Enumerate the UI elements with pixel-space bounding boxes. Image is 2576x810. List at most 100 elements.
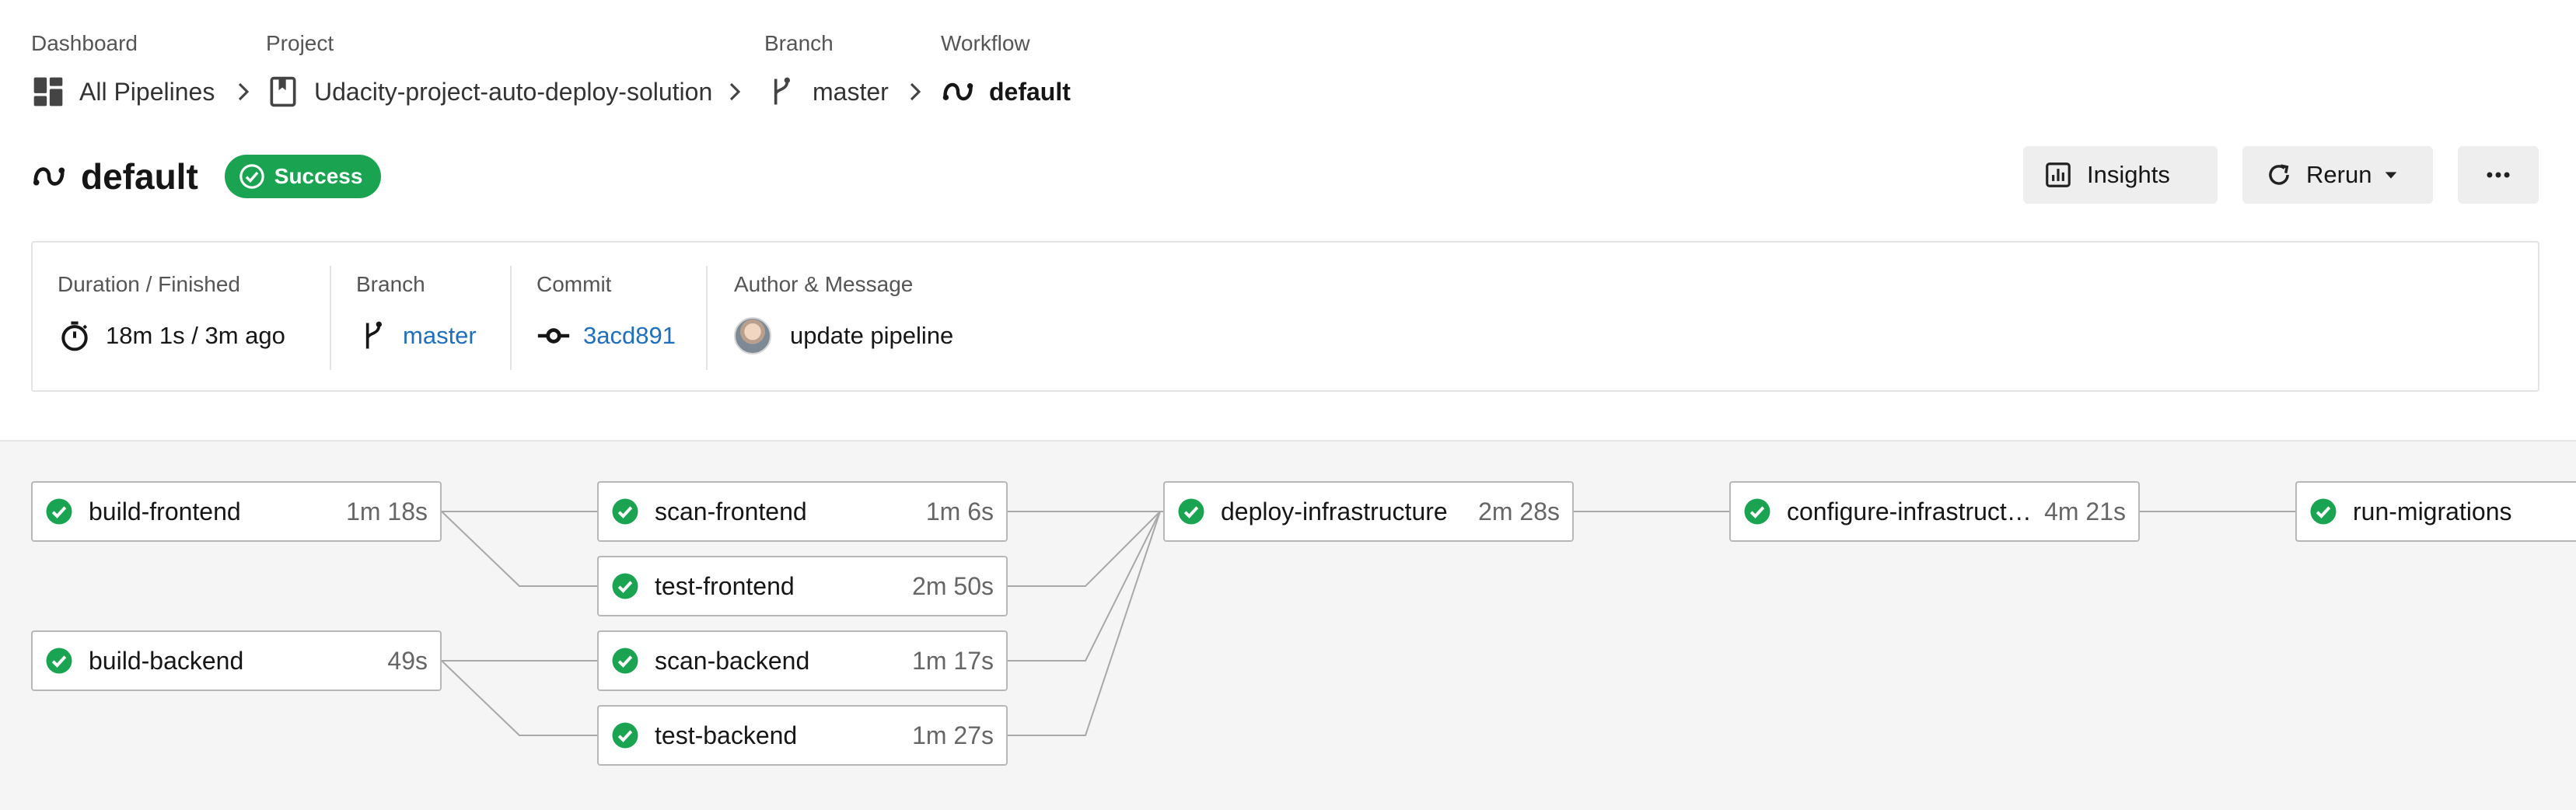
edge-build-frontend-test-frontend xyxy=(441,511,599,587)
job-duration: 1m 27s xyxy=(912,721,994,749)
job-duration: 2m 50s xyxy=(912,571,994,600)
job-name: configure-infrastructu... xyxy=(1787,497,2039,525)
breadcrumb-dashboard-label: Dashboard xyxy=(31,31,138,55)
job-name: test-backend xyxy=(655,721,798,749)
author-value-row: update pipeline xyxy=(734,317,953,354)
workflow-graph: build-frontend 1m 18s build-backend 49s … xyxy=(0,440,2576,810)
stopwatch-icon xyxy=(61,321,88,351)
branch-icon xyxy=(365,321,382,349)
workflow-title-row: default Success xyxy=(31,152,382,201)
job-name: test-frontend xyxy=(655,571,795,600)
check-circle-icon xyxy=(1178,498,1204,525)
job-build-frontend[interactable]: build-frontend 1m 18s xyxy=(31,481,442,542)
breadcrumb-project: Project xyxy=(266,28,334,59)
job-duration: 2m 28s xyxy=(1478,497,1560,525)
job-scan-backend[interactable]: scan-backend 1m 17s xyxy=(597,630,1008,691)
status-badge: Success xyxy=(224,155,382,198)
branch-label: Branch xyxy=(356,272,425,296)
insights-label: Insights xyxy=(2087,161,2170,188)
more-icon xyxy=(2487,172,2510,178)
more-options-button[interactable] xyxy=(2458,146,2539,204)
edge-build-backend-test-backend xyxy=(441,660,599,736)
breadcrumb-dashboard: Dashboard xyxy=(31,28,138,59)
edge-test-frontend-deploy xyxy=(1008,511,1161,587)
job-duration: 49s xyxy=(387,646,428,675)
duration-value-row: 18m 1s / 3m ago xyxy=(58,317,285,354)
breadcrumb-link-project[interactable]: Udacity-project-auto-deploy-solution xyxy=(266,70,712,113)
breadcrumb-link-branch[interactable]: master xyxy=(764,70,889,113)
chevron-right-icon xyxy=(238,82,250,101)
insights-button[interactable]: Insights xyxy=(2023,146,2218,204)
breadcrumb-branch-label: Branch xyxy=(764,31,834,55)
job-name: build-frontend xyxy=(89,497,241,525)
job-duration: 4m 21s xyxy=(2044,497,2126,525)
breadcrumb-project-value: Udacity-project-auto-deploy-solution xyxy=(314,77,713,106)
chevron-right-icon xyxy=(910,82,921,101)
commit-icon xyxy=(537,328,570,344)
check-circle-icon xyxy=(612,648,638,674)
breadcrumb-branch-value: master xyxy=(813,77,889,106)
job-name: scan-backend xyxy=(655,646,810,675)
info-divider xyxy=(330,266,331,370)
job-duration: 1m 17s xyxy=(912,646,994,675)
chevron-right-icon xyxy=(729,82,741,101)
breadcrumb-dashboard-value: All Pipelines xyxy=(79,77,215,106)
job-test-frontend[interactable]: test-frontend 2m 50s xyxy=(597,556,1008,616)
job-name: scan-frontend xyxy=(655,497,807,525)
commit-value-row: 3acd891 xyxy=(537,317,676,354)
refresh-icon xyxy=(2269,164,2289,185)
check-circle-icon xyxy=(2310,498,2337,525)
breadcrumb-workflow-label: Workflow xyxy=(941,31,1030,55)
author-label: Author & Message xyxy=(734,272,914,296)
commit-link[interactable]: 3acd891 xyxy=(583,322,676,350)
workflow-info-card: Duration / Finished 18m 1s / 3m ago Bran… xyxy=(31,241,2539,392)
rerun-label: Rerun xyxy=(2306,161,2372,188)
avatar xyxy=(734,317,771,354)
breadcrumb-workflow: Workflow xyxy=(941,28,1030,59)
breadcrumb-project-label: Project xyxy=(266,31,334,55)
info-divider xyxy=(510,266,512,370)
job-deploy-infrastructure[interactable]: deploy-infrastructure 2m 28s xyxy=(1163,481,1574,542)
job-test-backend[interactable]: test-backend 1m 27s xyxy=(597,705,1008,766)
rerun-button[interactable]: Rerun xyxy=(2242,146,2433,204)
check-circle-icon xyxy=(46,648,72,674)
status-badge-label: Success xyxy=(274,164,363,188)
page-title: default xyxy=(81,156,198,197)
branch-value-row: master xyxy=(356,317,477,354)
caret-down-icon xyxy=(2386,172,2397,179)
info-divider xyxy=(706,266,708,370)
check-circle-icon xyxy=(612,573,638,599)
header-actions: Insights Rerun xyxy=(2023,146,2576,205)
check-circle-icon xyxy=(1744,498,1770,525)
chart-icon xyxy=(2046,162,2071,187)
job-configure-infrastructure[interactable]: configure-infrastructu... 4m 21s xyxy=(1729,481,2140,542)
job-duration: 1m 18s xyxy=(346,497,428,525)
breadcrumb-workflow-value: default xyxy=(989,77,1071,106)
edge-test-backend-deploy xyxy=(1008,511,1161,736)
job-name: run-migrations xyxy=(2353,497,2512,525)
branch-link[interactable]: master xyxy=(403,322,477,350)
check-circle-icon xyxy=(46,498,72,525)
duration-value: 18m 1s / 3m ago xyxy=(106,322,285,349)
bookmark-icon xyxy=(270,76,296,107)
job-build-backend[interactable]: build-backend 49s xyxy=(31,630,442,691)
job-scan-frontend[interactable]: scan-frontend 1m 6s xyxy=(597,481,1008,542)
breadcrumb: Dashboard All Pipelines Project Udacity-… xyxy=(31,28,1197,107)
commit-label: Commit xyxy=(537,272,612,296)
breadcrumb-current-workflow: default xyxy=(941,70,1071,113)
workflow-icon xyxy=(942,82,973,101)
job-name: build-backend xyxy=(89,646,244,675)
check-circle-icon xyxy=(239,164,264,189)
commit-message: update pipeline xyxy=(790,322,954,349)
workflow-icon xyxy=(33,167,65,186)
breadcrumb-branch: Branch xyxy=(764,28,834,59)
job-run-migrations[interactable]: run-migrations xyxy=(2295,481,2576,542)
job-name: deploy-infrastructure xyxy=(1221,497,1448,525)
breadcrumb-link-all-pipelines[interactable]: All Pipelines xyxy=(31,70,215,113)
check-circle-icon xyxy=(612,722,638,749)
duration-label: Duration / Finished xyxy=(58,272,241,296)
job-duration: 1m 6s xyxy=(925,497,994,525)
branch-icon xyxy=(774,77,790,105)
dashboard-icon xyxy=(33,77,63,106)
check-circle-icon xyxy=(612,498,638,525)
